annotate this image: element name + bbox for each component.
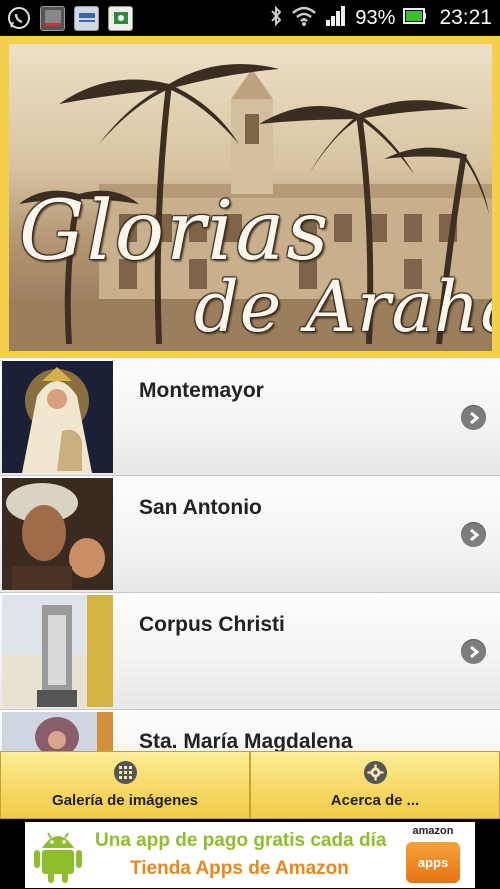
amazon-logo-text: amazon [412, 825, 454, 837]
battery-icon [403, 7, 427, 29]
header-photo: Glorias de Arahal [9, 44, 492, 351]
notification-icons [0, 5, 133, 31]
header-banner: Glorias de Arahal [0, 36, 500, 358]
bottom-tab-bar: Galería de imágenes Acerca de ... [0, 751, 500, 819]
status-bar: 93% 23:21 [0, 0, 500, 36]
ad-content[interactable]: Una app de pago gratis cada día Tienda A… [25, 822, 475, 888]
grid-icon [113, 761, 137, 784]
app-subtitle: de Arahal [194, 266, 492, 348]
chevron-right-icon[interactable] [461, 405, 486, 430]
bluetooth-icon [269, 5, 283, 32]
tab-label: Galería de imágenes [52, 792, 198, 809]
tab-gallery[interactable]: Galería de imágenes [0, 751, 250, 819]
list-item-montemayor[interactable]: Montemayor [0, 359, 500, 476]
list-item-label: Sta. María Magdalena [139, 730, 353, 751]
clock: 23:21 [439, 6, 492, 29]
list-item-label: Corpus Christi [139, 613, 285, 636]
list-item-label: San Antonio [139, 496, 262, 519]
virgin-montemayor-image [2, 361, 113, 473]
signal-icon [325, 5, 347, 32]
tab-label: Acerca de ... [330, 792, 420, 809]
app-screen: 93% 23:21 Glorias de Arah Montemayor San… [0, 0, 500, 889]
ad-banner[interactable]: Una app de pago gratis cada día Tienda A… [0, 819, 500, 889]
amazon-apps-badge: amazon apps [403, 825, 463, 885]
gallery-thumb-icon [40, 5, 65, 31]
maria-magdalena-image [2, 712, 113, 751]
chevron-right-icon[interactable] [461, 639, 486, 664]
android-robot-icon [33, 826, 83, 884]
list-item-corpus-christi[interactable]: Corpus Christi [0, 593, 500, 710]
wifi-icon [291, 5, 317, 32]
app-title: Glorias [19, 184, 331, 279]
gear-icon [363, 761, 387, 784]
news-thumb-icon [74, 5, 99, 31]
ad-subline: Tienda Apps de Amazon [130, 858, 349, 879]
ad-headline: Una app de pago gratis cada día [95, 830, 387, 851]
system-status: 93% 23:21 [269, 0, 492, 36]
tab-about[interactable]: Acerca de ... [250, 751, 500, 819]
list-item-maria-magdalena[interactable]: Sta. María Magdalena [0, 710, 500, 751]
app-thumb-icon [108, 5, 133, 31]
brotherhood-list: Montemayor San Antonio Corpus Christi St… [0, 359, 500, 751]
list-item-label: Montemayor [139, 379, 264, 402]
apps-logo-text: apps [406, 842, 460, 883]
battery-percent: 93% [355, 6, 396, 29]
corpus-christi-image [2, 595, 113, 707]
whatsapp-icon [6, 6, 31, 31]
list-item-san-antonio[interactable]: San Antonio [0, 476, 500, 593]
san-antonio-image [2, 478, 113, 590]
chevron-right-icon[interactable] [461, 522, 486, 547]
